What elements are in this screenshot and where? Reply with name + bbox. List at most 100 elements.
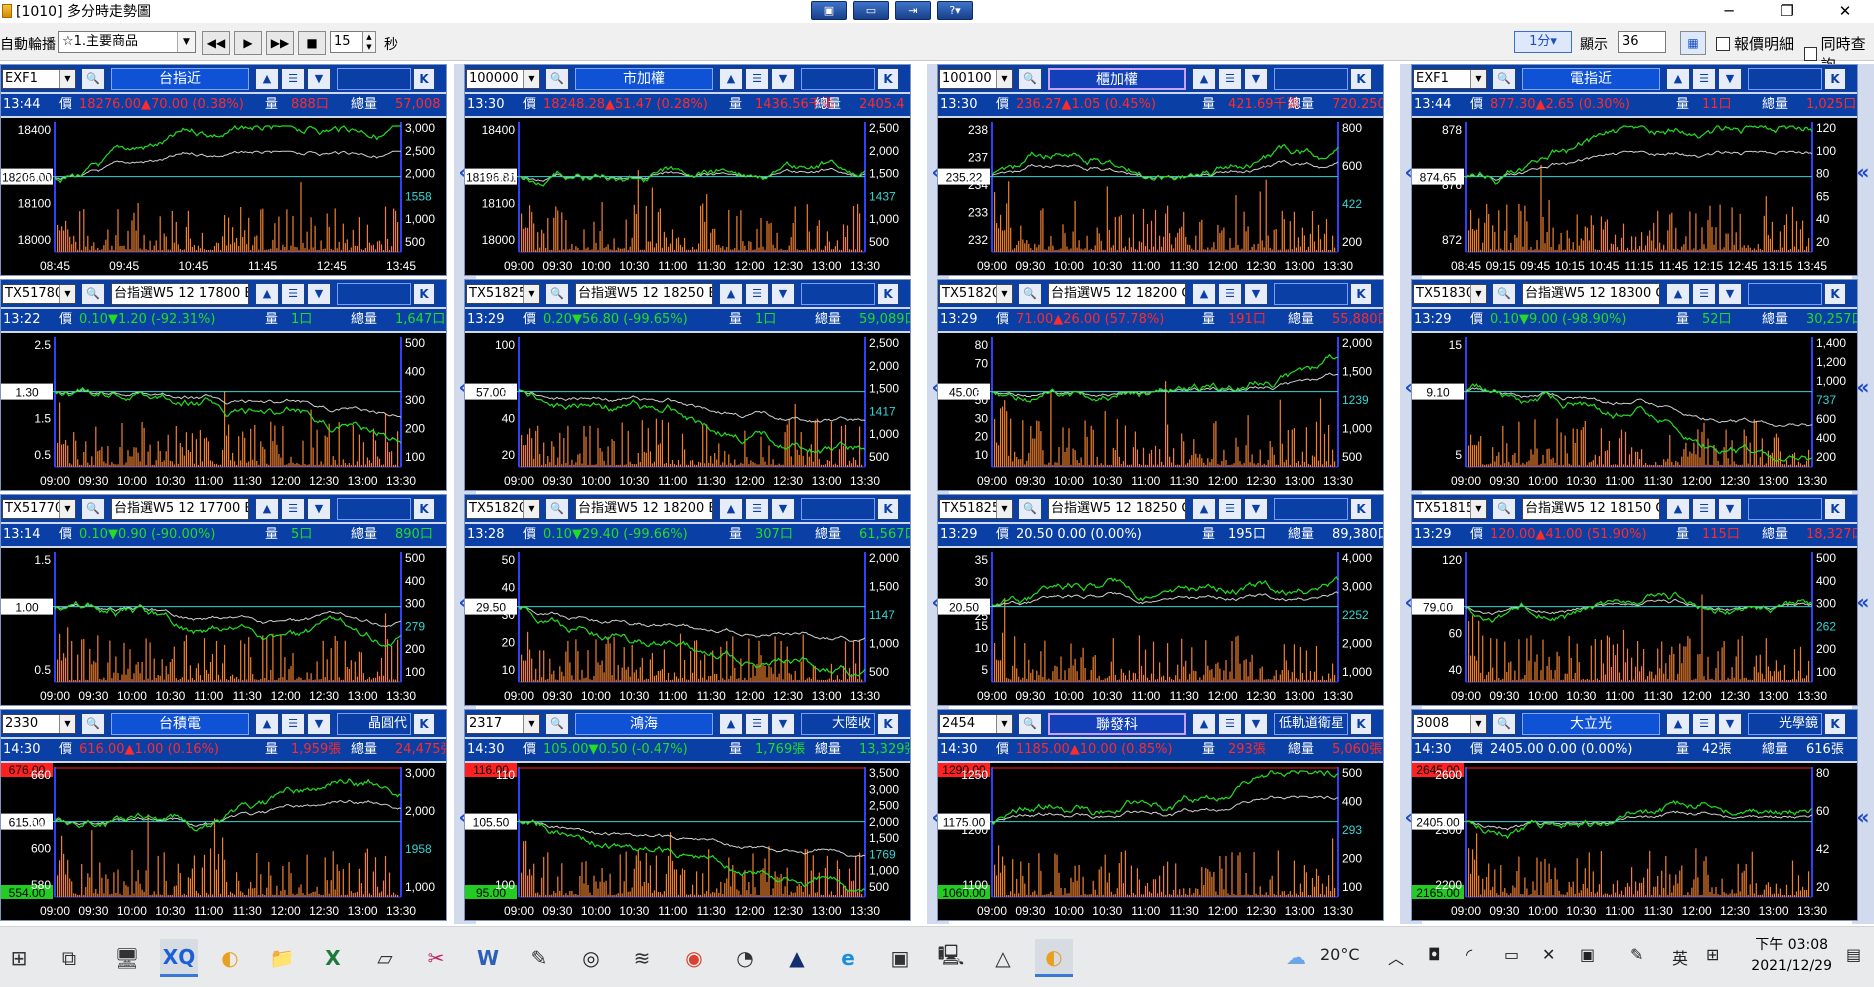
- symbol-select[interactable]: TX518300 ▼: [1413, 284, 1487, 304]
- scissors-icon[interactable]: ✂: [417, 939, 455, 977]
- list-icon[interactable]: ☰: [1692, 498, 1716, 520]
- explorer-pc-icon[interactable]: 🖥: [108, 939, 146, 977]
- grid-layout-icon[interactable]: ▦: [1680, 31, 1706, 55]
- scroll-up-icon[interactable]: ▲: [719, 713, 743, 735]
- dropdown-icon[interactable]: ▼: [307, 713, 331, 735]
- product-list-select[interactable]: ☆1.主要商品 ▼: [58, 31, 196, 53]
- task-view-icon[interactable]: ⧉: [50, 939, 88, 977]
- pen-icon[interactable]: ✎: [1630, 945, 1643, 964]
- intraday-chart[interactable]: 1175.00 1290.00 1060.00 1250 1200 1100 500 400 2…: [938, 763, 1383, 920]
- search-icon[interactable]: 🔍: [545, 498, 569, 520]
- kline-button[interactable]: K: [877, 68, 899, 90]
- battery-icon[interactable]: ▭: [1504, 945, 1519, 964]
- app-yellow-icon[interactable]: ◐: [211, 939, 249, 977]
- kline-button[interactable]: K: [877, 498, 899, 520]
- dropdown-icon[interactable]: ▼: [771, 713, 795, 735]
- dropdown-icon[interactable]: ▼: [307, 68, 331, 90]
- symbol-select[interactable]: TX518250 ▼: [466, 284, 540, 304]
- kline-button[interactable]: K: [413, 283, 435, 305]
- kline-button[interactable]: K: [1350, 283, 1372, 305]
- search-icon[interactable]: 🔍: [81, 68, 105, 90]
- list-icon[interactable]: ☰: [745, 498, 769, 520]
- scroll-up-icon[interactable]: ▲: [1192, 498, 1216, 520]
- word-icon[interactable]: W: [469, 939, 507, 977]
- scroll-up-icon[interactable]: ▲: [255, 68, 279, 90]
- search-icon[interactable]: 🔍: [1492, 713, 1516, 735]
- intraday-chart[interactable]: 29.50 50 40 30 20 10 2,000 1,500 1147 1,000 500 09:…: [465, 548, 910, 705]
- dropdown-icon[interactable]: ▼: [771, 283, 795, 305]
- mute-icon[interactable]: ✕: [1542, 945, 1555, 964]
- dropdown-icon[interactable]: ▼: [307, 498, 331, 520]
- dropdown-icon[interactable]: ▼: [771, 68, 795, 90]
- dropdown-icon[interactable]: ▼: [1718, 283, 1742, 305]
- layout-icon[interactable]: ▣: [811, 1, 847, 20]
- search-icon[interactable]: 🔍: [1018, 68, 1042, 90]
- scroll-up-icon[interactable]: ▲: [1192, 283, 1216, 305]
- kline-button[interactable]: K: [413, 498, 435, 520]
- search-icon[interactable]: 🔍: [545, 68, 569, 90]
- restore-icon[interactable]: ❐: [1758, 0, 1816, 22]
- detail-checkbox[interactable]: 報價明細: [1716, 33, 1794, 54]
- symbol-select[interactable]: 2454 ▼: [939, 714, 1013, 734]
- intraday-chart[interactable]: 9.10 15 5 1,400 1,200 1,000 737 600 400 200 09:00 0…: [1412, 333, 1857, 490]
- intraday-chart[interactable]: 235.22 238 237 234 233 232 800 600 422 200 09:00 09…: [938, 118, 1383, 275]
- list-icon[interactable]: ☰: [1218, 498, 1242, 520]
- app-blue-wave-icon[interactable]: ≋: [623, 939, 661, 977]
- chrome-icon[interactable]: ◉: [675, 939, 713, 977]
- scroll-up-icon[interactable]: ▲: [719, 68, 743, 90]
- list-icon[interactable]: ☰: [745, 68, 769, 90]
- chrome-canary-icon[interactable]: ◔: [726, 939, 764, 977]
- window-icon[interactable]: ▭: [853, 1, 889, 20]
- symbol-select[interactable]: TX518200 ▼: [466, 499, 540, 519]
- list-icon[interactable]: ☰: [745, 283, 769, 305]
- interval-input[interactable]: 15: [330, 31, 364, 53]
- notification-icon[interactable]: ▤: [1846, 945, 1861, 964]
- list-icon[interactable]: ☰: [281, 283, 305, 305]
- scroll-up-icon[interactable]: ▲: [1192, 68, 1216, 90]
- next-button[interactable]: ▶▶: [266, 31, 294, 55]
- scroll-up-icon[interactable]: ▲: [1666, 283, 1690, 305]
- play-button[interactable]: ▶: [234, 31, 262, 55]
- close-icon[interactable]: ✕: [1816, 0, 1874, 22]
- scroll-up-icon[interactable]: ▲: [255, 713, 279, 735]
- symbol-select[interactable]: TX517700 ▼: [2, 499, 76, 519]
- period-select[interactable]: 1分▾: [1514, 31, 1572, 53]
- dropdown-icon[interactable]: ▼: [1244, 498, 1268, 520]
- search-icon[interactable]: 🔍: [1492, 68, 1516, 90]
- intraday-chart[interactable]: 874.65 878 876 872 120 100 80 65 40 20 08:45 09:15 0…: [1412, 118, 1857, 275]
- dropdown-icon[interactable]: ▼: [1244, 68, 1268, 90]
- excel-icon[interactable]: X: [314, 939, 352, 977]
- list-icon[interactable]: ☰: [1692, 713, 1716, 735]
- symbol-select[interactable]: 100000 ▼: [466, 69, 540, 89]
- symbol-select[interactable]: 2330 ▼: [2, 714, 76, 734]
- kline-button[interactable]: K: [1350, 713, 1372, 735]
- export-icon[interactable]: ⇥: [895, 1, 931, 20]
- paint-icon[interactable]: ✎: [520, 939, 558, 977]
- kline-button[interactable]: K: [1824, 283, 1846, 305]
- minimize-icon[interactable]: ─: [1700, 0, 1758, 22]
- kline-button[interactable]: K: [877, 283, 899, 305]
- kline-button[interactable]: K: [1350, 68, 1372, 90]
- app-monitor-icon[interactable]: 🖳: [932, 939, 970, 977]
- kline-button[interactable]: K: [877, 713, 899, 735]
- search-icon[interactable]: 🔍: [1492, 498, 1516, 520]
- list-icon[interactable]: ☰: [281, 498, 305, 520]
- ime-indicator[interactable]: 英: [1672, 945, 1688, 969]
- intraday-chart[interactable]: 79.00 120 100 60 40 500 400 300 262 200 100 09:00 09…: [1412, 548, 1857, 705]
- ymp-icon[interactable]: ▲: [778, 939, 816, 977]
- kline-button[interactable]: K: [1824, 498, 1846, 520]
- app-triangle-icon[interactable]: △: [984, 939, 1022, 977]
- weather-temp[interactable]: 20°C: [1320, 945, 1360, 964]
- list-icon[interactable]: ☰: [281, 68, 305, 90]
- help-icon[interactable]: ?▾: [937, 1, 973, 20]
- kline-button[interactable]: K: [1824, 713, 1846, 735]
- list-icon[interactable]: ☰: [1218, 713, 1242, 735]
- intraday-chart[interactable]: 2405.00 2645.00 2165.00 2600 2300 2200 80 60 42 2…: [1412, 763, 1857, 920]
- intraday-chart[interactable]: 105.50 116.00 95.00 110 100 3,500 3,000 2,500 2,…: [465, 763, 910, 920]
- steam-icon[interactable]: ◎: [572, 939, 610, 977]
- app-green-icon[interactable]: ▣: [881, 939, 919, 977]
- list-icon[interactable]: ☰: [1692, 68, 1716, 90]
- symbol-select[interactable]: 100100 ▼: [939, 69, 1013, 89]
- search-icon[interactable]: 🔍: [81, 713, 105, 735]
- search-icon[interactable]: 🔍: [1492, 283, 1516, 305]
